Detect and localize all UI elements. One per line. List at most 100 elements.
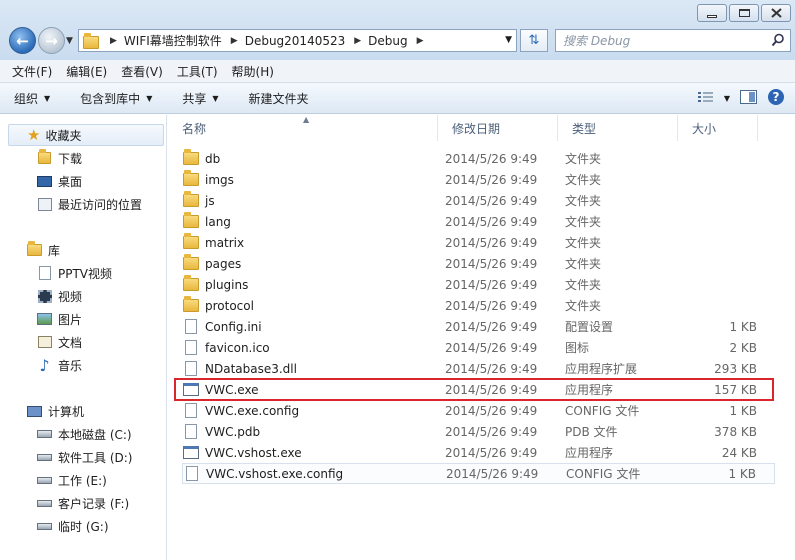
preview-pane-button[interactable] (740, 90, 757, 107)
column-header-type[interactable]: 类型 (558, 115, 678, 141)
view-options-dropdown[interactable]: ▼ (724, 94, 730, 103)
file-row[interactable]: VWC.exe 2014/5/26 9:49 应用程序 157 KB (182, 379, 775, 400)
file-date-cell: 2014/5/26 9:49 (445, 382, 538, 397)
chevron-right-icon[interactable]: ▶ (354, 36, 361, 46)
file-name-cell: pages (182, 254, 241, 272)
file-name-cell: imgs (182, 170, 234, 188)
refresh-button[interactable]: ⇅ (520, 29, 548, 52)
nav-item-music[interactable]: ♪ 音乐 (36, 355, 82, 375)
picture-icon (36, 312, 53, 327)
change-view-button[interactable] (697, 91, 714, 107)
title-bar: ← → ▼ ▶ WIFI幕墙控制软件 ▶ Debug20140523 ▶ Deb… (0, 0, 795, 60)
file-name-cell: plugins (182, 275, 248, 293)
share-button[interactable]: 共享 ▼ (182, 90, 218, 107)
file-row[interactable]: plugins 2014/5/26 9:49 文件夹 (182, 274, 775, 295)
chevron-right-icon[interactable]: ▶ (417, 36, 424, 46)
file-row[interactable]: VWC.pdb 2014/5/26 9:49 PDB 文件 378 KB (182, 421, 775, 442)
help-button[interactable]: ? (767, 88, 785, 109)
menu-view[interactable]: 查看(V) (121, 63, 163, 80)
nav-item-videos[interactable]: 视频 (36, 286, 82, 306)
file-row[interactable]: NDatabase3.dll 2014/5/26 9:49 应用程序扩展 293 KB (182, 358, 775, 379)
nav-item-drive-e[interactable]: 工作 (E:) (36, 470, 107, 490)
file-type-cell: CONFIG 文件 (565, 404, 640, 418)
file-name-cell: js (182, 191, 215, 209)
nav-favorites[interactable]: ★ 收藏夹 (8, 124, 164, 146)
nav-item-recent-places[interactable]: 最近访问的位置 (36, 194, 142, 214)
file-date-cell: 2014/5/26 9:49 (445, 445, 538, 460)
file-size-cell: 157 KB (714, 382, 757, 397)
recent-pages-dropdown[interactable]: ▼ (66, 36, 73, 46)
search-input[interactable]: 搜索 Debug (555, 29, 791, 52)
file-row[interactable]: lang 2014/5/26 9:49 文件夹 (182, 211, 775, 232)
folder-icon (83, 32, 99, 49)
file-name-cell: db (182, 149, 220, 167)
menu-help[interactable]: 帮助(H) (232, 63, 274, 80)
breadcrumb-item[interactable]: Debug (368, 34, 407, 48)
file-row[interactable]: pages 2014/5/26 9:49 文件夹 (182, 253, 775, 274)
file-row[interactable]: VWC.vshost.exe 2014/5/26 9:49 应用程序 24 KB (182, 442, 775, 463)
file-date-cell: 2014/5/26 9:49 (445, 193, 538, 208)
address-dropdown[interactable]: ▼ (505, 35, 512, 45)
file-row[interactable]: js 2014/5/26 9:49 文件夹 (182, 190, 775, 211)
nav-item-drive-g[interactable]: 临时 (G:) (36, 516, 109, 536)
file-icon (183, 466, 201, 482)
nav-item-documents[interactable]: 文档 (36, 332, 82, 352)
file-row[interactable]: matrix 2014/5/26 9:49 文件夹 (182, 232, 775, 253)
svg-text:?: ? (773, 90, 780, 104)
column-header-date[interactable]: 修改日期 (438, 115, 558, 141)
menu-file[interactable]: 文件(F) (12, 63, 52, 80)
nav-computer[interactable]: 计算机 (26, 401, 84, 421)
breadcrumb-item[interactable]: Debug20140523 (245, 34, 346, 48)
nav-item-drive-c[interactable]: 本地磁盘 (C:) (36, 424, 132, 444)
preview-pane-icon (740, 90, 757, 104)
nav-item-pictures[interactable]: 图片 (36, 309, 82, 329)
file-row[interactable]: VWC.vshost.exe.config 2014/5/26 9:49 CONFI… (182, 463, 775, 484)
file-row[interactable]: Config.ini 2014/5/26 9:49 配置设置 1 KB (182, 316, 775, 337)
minimize-button[interactable] (697, 4, 727, 22)
breadcrumb-item[interactable]: WIFI幕墙控制软件 (124, 32, 222, 49)
file-row[interactable]: favicon.ico 2014/5/26 9:49 图标 2 KB (182, 337, 775, 358)
file-icon (182, 424, 200, 440)
nav-item-drive-f[interactable]: 客户记录 (F:) (36, 493, 129, 513)
nav-item-downloads[interactable]: 下载 (36, 148, 82, 168)
nav-item-drive-d[interactable]: 软件工具 (D:) (36, 447, 132, 467)
command-bar: 组织 ▼ 包含到库中 ▼ 共享 ▼ 新建文件夹 ▼ ? (0, 83, 795, 114)
file-name-cell: VWC.vshost.exe (182, 445, 302, 461)
folder-icon (182, 170, 200, 188)
maximize-icon (738, 9, 750, 17)
arrow-right-icon: → (45, 31, 58, 50)
back-button[interactable]: ← (9, 27, 36, 54)
new-folder-button[interactable]: 新建文件夹 (249, 90, 309, 107)
file-type-cell: 配置设置 (565, 320, 614, 334)
chevron-right-icon[interactable]: ▶ (110, 36, 117, 46)
navigation-pane: ★ 收藏夹 下载 桌面 最近访问的位置 库 PPTV视频 视频 图片 文档 ♪ … (0, 115, 167, 560)
nav-item-pptv[interactable]: PPTV视频 (36, 263, 112, 283)
file-name-cell: protocol (182, 296, 254, 314)
file-name-cell: VWC.pdb (182, 424, 260, 440)
address-bar[interactable]: ▶ WIFI幕墙控制软件 ▶ Debug20140523 ▶ Debug ▶ ▼ (78, 29, 517, 52)
organize-button[interactable]: 组织 ▼ (14, 90, 50, 107)
file-row[interactable]: imgs 2014/5/26 9:49 文件夹 (182, 169, 775, 190)
file-name-cell: lang (182, 212, 231, 230)
system-drive-icon (36, 427, 53, 442)
menu-tools[interactable]: 工具(T) (177, 63, 218, 80)
maximize-button[interactable] (729, 4, 759, 22)
close-icon (770, 8, 782, 18)
file-type-cell: 图标 (565, 341, 590, 355)
file-row[interactable]: VWC.exe.config 2014/5/26 9:49 CONFIG 文件 1 K… (182, 400, 775, 421)
close-button[interactable] (761, 4, 791, 22)
drive-icon (36, 450, 53, 465)
file-type-cell: CONFIG 文件 (566, 467, 641, 481)
file-row[interactable]: db 2014/5/26 9:49 文件夹 (182, 148, 775, 169)
nav-libraries[interactable]: 库 (26, 240, 60, 260)
column-header-size[interactable]: 大小 (678, 115, 758, 141)
file-row[interactable]: protocol 2014/5/26 9:49 文件夹 (182, 295, 775, 316)
chevron-right-icon[interactable]: ▶ (231, 36, 238, 46)
file-date-cell: 2014/5/26 9:49 (445, 172, 538, 187)
menu-edit[interactable]: 编辑(E) (66, 63, 107, 80)
include-library-button[interactable]: 包含到库中 ▼ (80, 90, 152, 107)
file-size-cell: 378 KB (714, 424, 757, 439)
nav-item-desktop[interactable]: 桌面 (36, 171, 82, 191)
column-header-name[interactable]: 名称 (168, 115, 438, 141)
forward-button[interactable]: → (38, 27, 65, 54)
